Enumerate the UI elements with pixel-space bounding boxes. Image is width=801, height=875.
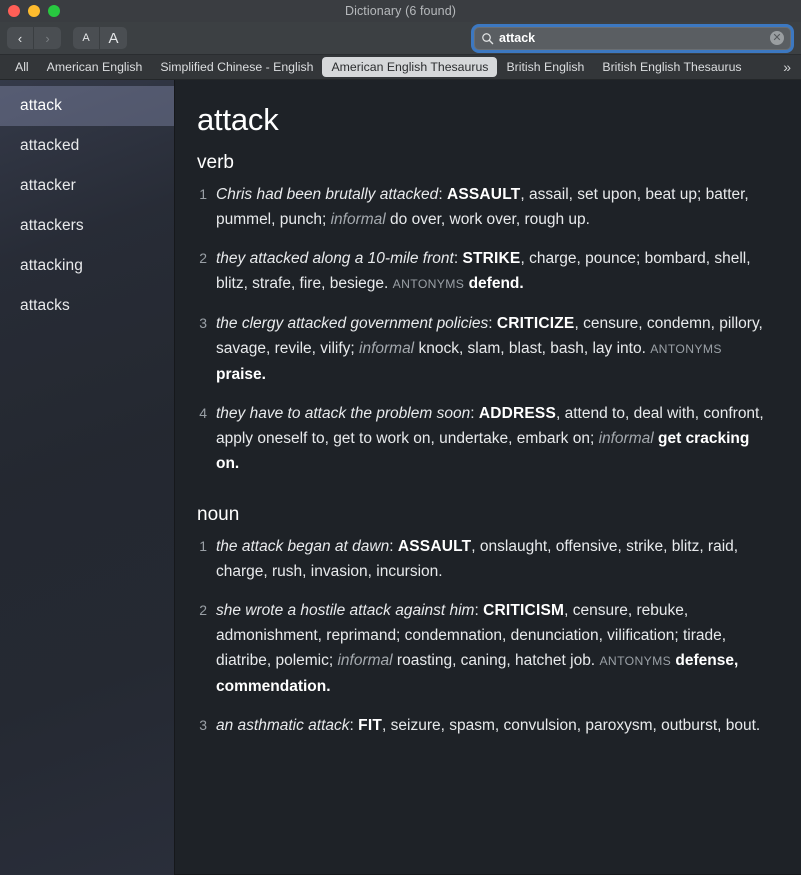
back-button[interactable]: ‹: [7, 27, 34, 49]
result-item-attacking[interactable]: attacking: [0, 246, 174, 286]
sense-register-label: informal: [337, 652, 393, 669]
sense-example: they attacked along a 10-mile front: [216, 250, 454, 267]
sense-register-synonyms: do over, work over, rough up.: [385, 211, 590, 228]
sense-colon: :: [349, 717, 359, 734]
tab-american-english[interactable]: American English: [38, 57, 152, 77]
entry-content: attack verb 1 Chris had been brutally at…: [175, 80, 801, 875]
sense-number: 3: [199, 717, 207, 733]
body-area: attack attacked attacker attackers attac…: [0, 80, 801, 875]
sense-register-synonyms: knock, slam, blast, bash, lay into.: [414, 340, 651, 357]
tab-american-english-thesaurus[interactable]: American English Thesaurus: [322, 57, 498, 77]
sense-key-synonym: ASSAULT: [446, 186, 521, 203]
sense-number: 1: [199, 186, 207, 202]
tab-british-english[interactable]: British English: [497, 57, 593, 77]
search-icon: [482, 32, 494, 44]
close-window-button[interactable]: [8, 5, 20, 17]
sense-body: they attacked along a 10-mile front: STR…: [216, 246, 764, 297]
sense-colon: :: [470, 405, 479, 422]
sense-colon: :: [474, 602, 484, 619]
sense-key-synonym: CRITICIZE: [496, 315, 575, 332]
sense-number: 2: [199, 250, 207, 266]
dictionary-tabbar: All American English Simplified Chinese …: [0, 55, 801, 80]
antonyms-label: ANTONYMS: [650, 342, 722, 356]
sense-key-synonym: STRIKE: [462, 250, 521, 267]
traffic-lights: [0, 5, 60, 17]
search-input[interactable]: [499, 31, 770, 45]
tab-simplified-chinese-english[interactable]: Simplified Chinese - English: [151, 57, 322, 77]
forward-button[interactable]: ›: [34, 27, 61, 49]
sense-body: Chris had been brutally attacked: ASSAUL…: [216, 182, 764, 232]
sense-example: the attack began at dawn: [216, 538, 390, 555]
result-item-attack[interactable]: attack: [0, 86, 174, 126]
sense-body: they have to attack the problem soon: AD…: [216, 401, 764, 476]
sense-colon: :: [389, 538, 398, 555]
sense-noun-2: 2 she wrote a hostile attack against him…: [197, 598, 771, 699]
decrease-text-size-label: A: [82, 32, 90, 44]
tab-british-english-thesaurus[interactable]: British English Thesaurus: [593, 57, 750, 77]
zoom-window-button[interactable]: [48, 5, 60, 17]
result-item-attackers[interactable]: attackers: [0, 206, 174, 246]
sense-number: 3: [199, 315, 207, 331]
sense-colon: :: [488, 315, 497, 332]
sense-key-synonym: ASSAULT: [397, 538, 472, 555]
tab-all[interactable]: All: [6, 57, 38, 77]
tab-overflow-chevron-icon[interactable]: »: [779, 59, 797, 75]
sense-verb-1: 1 Chris had been brutally attacked: ASSA…: [197, 182, 771, 232]
increase-text-size-label: A: [108, 29, 119, 47]
text-size-buttons: A A: [73, 27, 127, 49]
antonyms-list: praise.: [216, 366, 266, 383]
sense-noun-3: 3 an asthmatic attack: FIT, seizure, spa…: [197, 713, 771, 738]
sense-body: an asthmatic attack: FIT, seizure, spasm…: [216, 713, 764, 738]
sense-verb-3: 3 the clergy attacked government policie…: [197, 311, 771, 387]
sense-example: an asthmatic attack: [216, 717, 350, 734]
minimize-window-button[interactable]: [28, 5, 40, 17]
sense-number: 2: [199, 602, 207, 618]
sense-key-synonym: ADDRESS: [478, 405, 557, 422]
sense-noun-1: 1 the attack began at dawn: ASSAULT, ons…: [197, 534, 771, 584]
sense-register-synonyms: roasting, caning, hatchet job.: [392, 652, 600, 669]
sense-key-synonym: FIT: [358, 717, 383, 734]
sense-synonyms: , seizure, spasm, convulsion, paroxysm, …: [382, 717, 761, 734]
sense-colon: :: [438, 186, 447, 203]
sense-body: the clergy attacked government policies:…: [216, 311, 764, 387]
entry-headword: attack: [197, 102, 279, 137]
part-of-speech-noun: noun: [197, 504, 240, 525]
sense-verb-2: 2 they attacked along a 10-mile front: S…: [197, 246, 771, 297]
result-item-attacker[interactable]: attacker: [0, 166, 174, 206]
sense-example: she wrote a hostile attack against him: [216, 602, 475, 619]
result-item-attacks[interactable]: attacks: [0, 286, 174, 326]
sense-register-label: informal: [598, 430, 654, 447]
navigation-buttons: ‹ ›: [7, 27, 61, 49]
titlebar: Dictionary (6 found): [0, 0, 801, 22]
window-title: Dictionary (6 found): [344, 4, 457, 18]
sense-example: the clergy attacked government policies: [216, 315, 489, 332]
increase-text-size-button[interactable]: A: [100, 27, 127, 49]
sense-body: she wrote a hostile attack against him: …: [216, 598, 764, 699]
sense-number: 4: [199, 405, 207, 421]
antonyms-label: ANTONYMS: [392, 277, 465, 291]
antonyms-list: defend.: [464, 275, 524, 292]
search-field[interactable]: ✕: [474, 26, 791, 50]
toolbar: ‹ › A A ✕: [0, 22, 801, 55]
sense-body: the attack began at dawn: ASSAULT, onsla…: [216, 534, 764, 584]
sense-example: they have to attack the problem soon: [216, 405, 471, 422]
clear-search-icon[interactable]: ✕: [770, 31, 784, 45]
results-sidebar: attack attacked attacker attackers attac…: [0, 80, 175, 875]
sense-register-label: informal: [359, 340, 415, 357]
decrease-text-size-button[interactable]: A: [73, 27, 100, 49]
antonyms-label: ANTONYMS: [599, 654, 672, 668]
sense-register-label: informal: [330, 211, 386, 228]
sense-example: Chris had been brutally attacked: [216, 186, 439, 203]
dictionary-window: Dictionary (6 found) ‹ › A A ✕ All: [0, 0, 801, 875]
sense-key-synonym: CRITICISM: [483, 602, 565, 619]
part-of-speech-verb: verb: [197, 152, 234, 173]
sense-verb-4: 4 they have to attack the problem soon: …: [197, 401, 771, 476]
sense-number: 1: [199, 538, 207, 554]
result-item-attacked[interactable]: attacked: [0, 126, 174, 166]
